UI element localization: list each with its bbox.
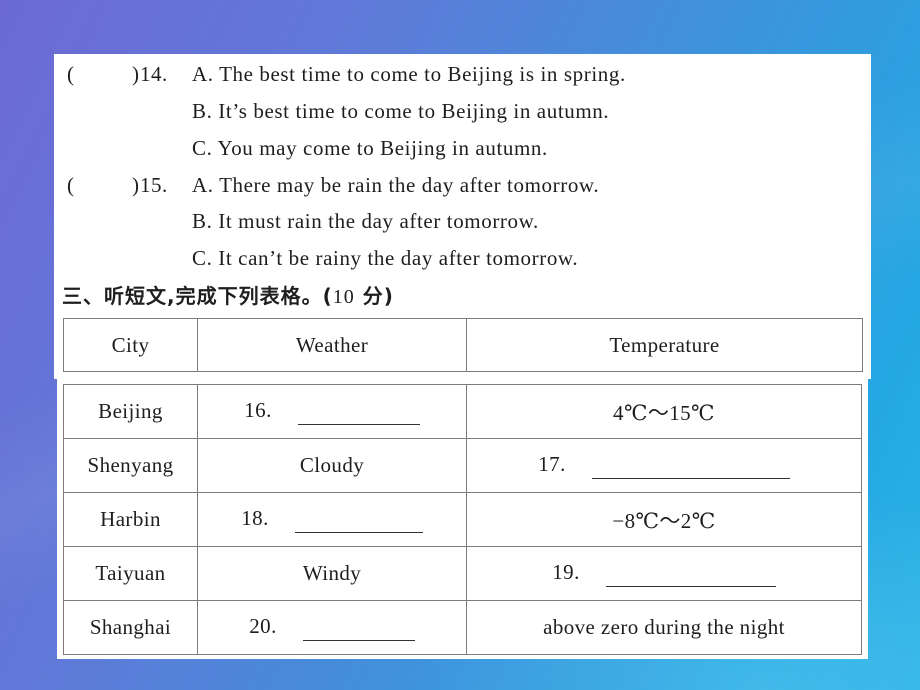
answer-blank[interactable] (294, 531, 423, 533)
option-a: A. There may be rain the day after tomor… (192, 173, 600, 197)
header-city: City (63, 318, 198, 372)
question-number: 15. (140, 173, 168, 197)
temperature-cell: above zero during the night (466, 600, 862, 655)
table-row: Beijing 16. 4℃～15℃ (63, 384, 862, 439)
table-header: City Weather Temperature (63, 318, 863, 372)
weather-cell: 18. (197, 492, 467, 547)
blank-number: 18. (241, 506, 269, 530)
city-cell: Shenyang (63, 438, 198, 493)
answer-bracket-open: ( (67, 62, 74, 86)
section-points-suffix: 分) (354, 284, 394, 308)
city-cell: Shanghai (63, 600, 198, 655)
option-b: B. It must rain the day after tomorrow. (192, 209, 539, 233)
answer-blank[interactable] (297, 423, 420, 425)
city-cell: Taiyuan (63, 546, 198, 601)
blank-number: 16. (244, 398, 272, 422)
temperature-cell: 4℃～15℃ (466, 384, 862, 439)
blank-number: 17. (538, 452, 566, 476)
table-row: Harbin 18. −8℃～2℃ (63, 492, 862, 547)
city-cell: Beijing (63, 384, 198, 439)
table-row: Shanghai 20. above zero during the night (63, 600, 862, 655)
header-temperature: Temperature (466, 318, 863, 372)
weather-cell: Cloudy (197, 438, 467, 493)
section-title-text: 三、听短文,完成下列表格。( (62, 284, 333, 308)
weather-cell: 20. (197, 600, 467, 655)
table-row: Taiyuan Windy 19. (63, 546, 862, 601)
header-weather: Weather (197, 318, 467, 372)
weather-table: Beijing 16. 4℃～15℃ Shenyang Cloudy 17. H… (63, 384, 862, 655)
temperature-cell: 19. (466, 546, 862, 601)
option-c: C. You may come to Beijing in autumn. (192, 136, 548, 160)
option-c: C. It can’t be rainy the day after tomor… (192, 246, 579, 270)
city-cell: Harbin (63, 492, 198, 547)
section-points: 10 (332, 286, 355, 308)
question-number: 14. (140, 62, 168, 86)
answer-bracket-close: ) (132, 173, 139, 197)
weather-cell: Windy (197, 546, 467, 601)
blank-number: 19. (552, 560, 580, 584)
answer-blank[interactable] (302, 639, 415, 641)
answer-blank[interactable] (605, 585, 776, 587)
table-row: Shenyang Cloudy 17. (63, 438, 862, 493)
blank-number: 20. (249, 614, 277, 638)
answer-bracket-close: ) (132, 62, 139, 86)
temperature-cell: 17. (466, 438, 862, 493)
section-heading: 三、听短文,完成下列表格。(10 分) (62, 284, 394, 309)
answer-blank[interactable] (591, 477, 790, 479)
temperature-cell: −8℃～2℃ (466, 492, 862, 547)
option-b: B. It’s best time to come to Beijing in … (192, 99, 610, 123)
answer-bracket-open: ( (67, 173, 74, 197)
option-a: A. The best time to come to Beijing is i… (192, 62, 626, 86)
weather-cell: 16. (197, 384, 467, 439)
